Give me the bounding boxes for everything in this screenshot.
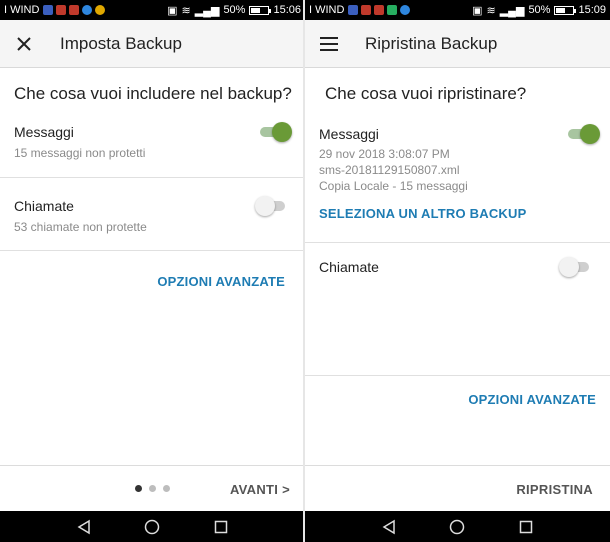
- carrier-label: I WIND: [309, 4, 345, 16]
- toggle-thumb: [559, 257, 579, 277]
- page-indicator: [135, 485, 170, 492]
- notification-icon: [348, 5, 359, 15]
- restore-button[interactable]: RIPRISTINA: [516, 482, 593, 497]
- option-row-messaggi[interactable]: Messaggi 15 messaggi non protetti: [0, 110, 305, 178]
- notification-icon: [374, 5, 385, 15]
- option-sublabel: 15 messaggi non protetti: [14, 146, 146, 160]
- back-icon[interactable]: [76, 519, 92, 535]
- option-label: Messaggi: [14, 124, 74, 140]
- advanced-options-button[interactable]: OPZIONI AVANZATE: [468, 392, 596, 407]
- option-sublabel: 53 chiamate non protette: [14, 220, 147, 234]
- option-label: Messaggi: [319, 126, 379, 142]
- notification-icon: [43, 5, 54, 15]
- system-nav-bar: [305, 511, 610, 542]
- recents-icon[interactable]: [213, 519, 229, 535]
- messaggi-toggle[interactable]: [260, 122, 292, 142]
- notification-icon: [400, 5, 411, 15]
- notification-icon: [56, 5, 67, 15]
- chiamate-toggle[interactable]: [559, 257, 591, 277]
- backup-date: 29 nov 2018 3:08:07 PM: [319, 147, 450, 161]
- page-title: Ripristina Backup: [365, 33, 498, 53]
- back-icon[interactable]: [381, 519, 397, 535]
- recents-icon[interactable]: [518, 519, 534, 535]
- battery-percent: 50%: [223, 4, 246, 16]
- clock: 15:09: [578, 4, 606, 16]
- footer-divider: [305, 465, 610, 466]
- option-row-chiamate[interactable]: Chiamate: [305, 243, 610, 375]
- notification-icon: [95, 5, 106, 15]
- signal-icon: ▂▄▆: [194, 4, 220, 17]
- clock: 15:06: [273, 4, 301, 16]
- carrier-label: I WIND: [4, 4, 40, 16]
- notification-icon: [69, 5, 80, 15]
- home-icon[interactable]: [144, 519, 160, 535]
- toggle-thumb: [272, 122, 292, 142]
- status-bar: I WIND ▣ ≋ ▂▄▆ 50% 15:09: [305, 0, 610, 20]
- app-bar: Imposta Backup: [0, 20, 305, 68]
- wifi-icon: ≋: [181, 4, 191, 17]
- page-dot: [149, 485, 156, 492]
- restore-backup-screen: I WIND ▣ ≋ ▂▄▆ 50% 15:09 Ripristina Back…: [305, 0, 610, 542]
- toggle-thumb: [580, 124, 600, 144]
- page-dot: [163, 485, 170, 492]
- option-label: Chiamate: [319, 259, 379, 275]
- battery-icon: [249, 5, 272, 15]
- messaggi-toggle[interactable]: [568, 124, 600, 144]
- signal-icon: ▂▄▆: [499, 4, 525, 17]
- menu-icon[interactable]: [305, 20, 353, 68]
- next-button[interactable]: AVANTI >: [230, 482, 290, 497]
- nfc-icon: ▣: [167, 4, 178, 17]
- battery-icon: [554, 5, 577, 15]
- close-icon[interactable]: [0, 20, 48, 68]
- toggle-thumb: [255, 196, 275, 216]
- advanced-options-button[interactable]: OPZIONI AVANZATE: [157, 274, 285, 289]
- home-icon[interactable]: [449, 519, 465, 535]
- app-bar: Ripristina Backup: [305, 20, 610, 68]
- option-row-chiamate[interactable]: Chiamate 53 chiamate non protette: [0, 178, 305, 250]
- status-bar: I WIND ▣ ≋ ▂▄▆ 50% 15:06: [0, 0, 305, 20]
- divider: [305, 375, 610, 376]
- backup-setup-screen: I WIND ▣ ≋ ▂▄▆ 50% 15:06 Imposta Backup …: [0, 0, 305, 542]
- section-question: Che cosa vuoi ripristinare?: [325, 84, 527, 103]
- battery-percent: 50%: [528, 4, 551, 16]
- notification-icon: [82, 5, 93, 15]
- option-row-messaggi[interactable]: Messaggi 29 nov 2018 3:08:07 PM sms-2018…: [305, 112, 610, 242]
- section-question: Che cosa vuoi includere nel backup?: [14, 84, 292, 103]
- page-title: Imposta Backup: [60, 33, 182, 53]
- notification-icon: [387, 5, 398, 15]
- backup-filename: sms-20181129150807.xml: [319, 163, 460, 177]
- select-other-backup-button[interactable]: SELEZIONA UN ALTRO BACKUP: [319, 206, 526, 221]
- nfc-icon: ▣: [472, 4, 483, 17]
- notification-icon: [361, 5, 372, 15]
- chiamate-toggle[interactable]: [255, 196, 287, 216]
- wifi-icon: ≋: [486, 4, 496, 17]
- page-dot-active: [135, 485, 142, 492]
- footer-divider: [0, 465, 305, 466]
- system-nav-bar: [0, 511, 305, 542]
- divider: [0, 250, 305, 251]
- option-label: Chiamate: [14, 198, 74, 214]
- backup-summary: Copia Locale - 15 messaggi: [319, 179, 468, 193]
